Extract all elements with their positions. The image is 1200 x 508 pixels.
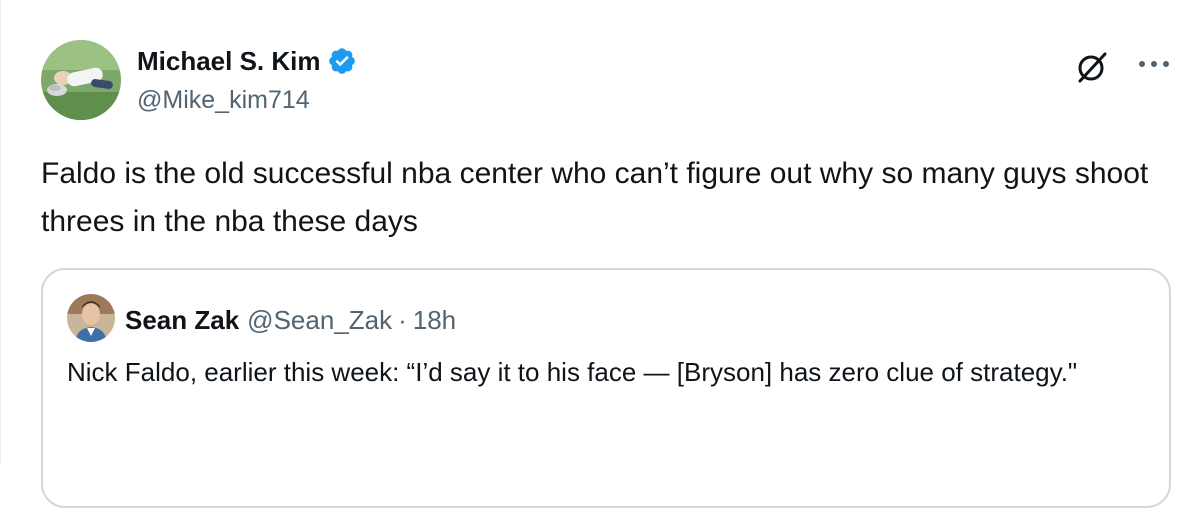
separator-dot: ·	[398, 305, 407, 335]
quoted-timestamp[interactable]: 18h	[413, 302, 456, 338]
quoted-author-display-name[interactable]: Sean Zak	[125, 302, 239, 338]
author-display-name[interactable]: Michael S. Kim	[137, 42, 321, 80]
person-avatar-image	[67, 294, 115, 342]
tweet-card: Michael S. Kim @Mike_kim714 Faldo is the…	[0, 0, 1200, 508]
tweet-text: Faldo is the old successful nba center w…	[41, 157, 1149, 238]
display-name-row: Michael S. Kim	[137, 42, 357, 80]
author-info: Michael S. Kim @Mike_kim714	[137, 42, 357, 118]
author-handle[interactable]: @Mike_kim714	[137, 82, 357, 118]
verified-badge-icon[interactable]	[327, 46, 357, 76]
author-avatar[interactable]	[41, 40, 121, 120]
more-options-icon[interactable]	[1131, 44, 1177, 84]
grok-icon[interactable]	[1069, 44, 1115, 90]
quoted-tweet-text: Nick Faldo, earlier this week: “I’d say …	[67, 357, 1078, 387]
quoted-author-handle[interactable]: @Sean_Zak	[247, 302, 392, 338]
quoted-tweet[interactable]: Sean Zak @Sean_Zak · 18h Nick Faldo, ear…	[41, 268, 1171, 508]
quoted-header: Sean Zak @Sean_Zak · 18h	[125, 302, 456, 338]
golfer-avatar-image	[41, 40, 121, 120]
quoted-author-avatar[interactable]	[67, 294, 115, 342]
